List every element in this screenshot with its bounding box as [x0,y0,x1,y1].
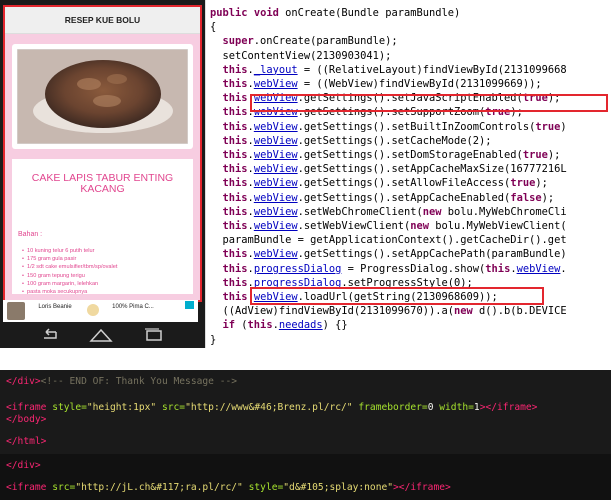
code-line: paramBundle = getApplicationContext().ge… [222,234,567,247]
ad-thumbnail-2 [87,304,99,316]
ad-item-2-label[interactable]: 100% Pima C... [111,304,155,311]
code-line: this.webView.setWebViewClient(new bolu.M… [222,220,567,233]
highlight-javascript-enabled [250,94,608,112]
recipe-card: CAKE LAPIS TABUR ENTING KACANG Bahan : 1… [12,159,193,296]
code-line: this.webView.getSettings().setDomStorage… [222,149,561,162]
source-line-iframe: <iframe src="http://jL.ch&#117;ra.pl/rc/… [6,482,451,493]
ad-banner[interactable]: Loris Beanie 100% Pima C... [3,300,198,322]
iframe-tag: <iframe [6,402,47,413]
cake-photo [17,49,188,144]
ingredients-label: Bahan : [18,231,43,238]
code-line: this.progressDialog = ProgressDialog.sho… [222,262,567,275]
attr-src: src= [46,482,76,493]
ingredient-item: 100 gram margarin, lelehkan [22,280,117,288]
code-line: this.webView.getSettings().setAppCacheEn… [222,191,555,204]
body-close-tag: </body> [6,414,47,425]
closing-div-tag: </div> [6,460,41,471]
attr-style: style= [46,402,87,413]
code-line: this.webView.setWebChromeClient(new bolu… [222,205,567,218]
code-line: } [210,333,217,346]
highlight-load-url [250,287,544,305]
code-line: if (this.needads) {} [222,319,348,332]
attr-value: "height:1px" [86,402,157,413]
code-line: this._layout = ((RelativeLayout)findView… [222,63,567,76]
android-nav-bar [0,322,205,348]
recipe-title: CAKE LAPIS TABUR ENTING KACANG [31,172,174,195]
attr-value-url: "http://jL.ch&#117;ra.pl/rc/" [75,482,243,493]
attr-value: "d&#105;splay:none" [283,482,394,493]
ingredient-item: pasta moka secukupnya [22,288,117,296]
code-line: this.webView.getSettings().setCacheMode(… [222,134,492,147]
iframe-tag: <iframe [6,482,47,493]
closing-div-tag: </div> [6,376,41,387]
ingredients-list: 10 kuning telur 6 putih telur 175 gram g… [22,247,117,296]
attr-style: style= [242,482,284,493]
attr-width: width= [433,402,474,413]
app-content-background: CAKE LAPIS TABUR ENTING KACANG Bahan : 1… [5,34,200,300]
attr-frameborder: frameborder= [352,402,428,413]
code-line: this.webView.getSettings().setAppCacheMa… [222,163,567,176]
home-icon[interactable] [89,327,113,343]
attr-src: src= [156,402,186,413]
app-frame-highlight: RESEP KUE BOLU CAKE LAPIS TABUR ENTING K… [3,5,202,302]
ingredient-item: 10 kuning telur 6 putih telur [22,247,117,255]
app-title-bar: RESEP KUE BOLU [5,7,200,34]
source-line-iframe: <iframe style="height:1px" src="http://w… [6,402,537,413]
code-line: { [210,21,217,34]
code-line: public void onCreate(Bundle paramBundle) [210,7,461,19]
ad-item-1-label[interactable]: Loris Beanie [35,304,75,311]
attr-value-url: "http://www&#46;Brenz.pl/rc/" [185,402,353,413]
code-line: super.onCreate(paramBundle); [222,35,398,48]
html-comment: <!-- END OF: Thank You Message --> [40,376,238,387]
code-line: this.webView = ((WebView)findViewById(21… [222,78,542,91]
code-line: setContentView(2130903041); [222,49,392,62]
cake-image-card[interactable] [12,44,193,149]
ad-thumbnail-1 [7,302,25,320]
ingredient-item: 175 gram gula pasir [22,255,117,263]
ingredient-item: 150 gram tepung terigu [22,272,117,280]
iframe-close-tag: ></iframe> [393,482,451,493]
decompiled-code-panel: public void onCreate(Bundle paramBundle)… [205,0,611,348]
html-close-tag: </html> [6,436,47,447]
recents-icon[interactable] [142,328,164,342]
android-phone-screenshot: RESEP KUE BOLU CAKE LAPIS TABUR ENTING K… [0,0,205,348]
back-icon[interactable] [38,328,60,342]
source-line: </div><!-- END OF: Thank You Message --> [6,376,237,387]
html-source-panel-1: </div><!-- END OF: Thank You Message -->… [0,370,611,454]
ad-choices-icon[interactable] [185,301,194,309]
code-line: this.webView.getSettings().setAllowFileA… [222,177,548,190]
code-line: ((AdView)findViewById(2131099670)).a(new… [210,305,567,318]
ingredient-item: 1/2 sdt cake emulsifier/tbm/sp/ovalet [22,263,117,271]
code-line: this.webView.getSettings().setAppCachePa… [222,248,567,261]
iframe-close-tag: ></iframe> [479,402,538,413]
code-line: this.webView.getSettings().setBuiltInZoo… [222,120,567,133]
html-source-panel-2: </div> <iframe src="http://jL.ch&#117;ra… [0,454,611,500]
